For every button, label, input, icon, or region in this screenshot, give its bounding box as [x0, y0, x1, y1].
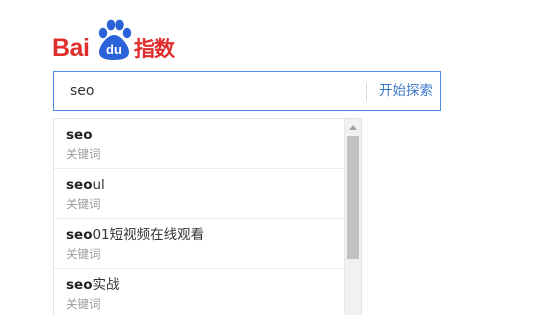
search-divider — [366, 83, 367, 101]
suggestion-list: seo 关键词 seoul 关键词 seo01短视频在线观看 关键词 seo实战… — [54, 119, 344, 315]
suggestion-item[interactable]: seo实战 关键词 — [54, 269, 344, 315]
suggestion-highlight: seo — [66, 277, 93, 293]
suggestion-title: seo实战 — [66, 275, 344, 295]
suggestion-rest: 实战 — [92, 277, 120, 293]
suggestion-rest: 01短视频在线观看 — [92, 227, 205, 243]
suggestion-dropdown: seo 关键词 seoul 关键词 seo01短视频在线观看 关键词 seo实战… — [53, 118, 362, 315]
scroll-thumb[interactable] — [347, 136, 359, 259]
suggestion-type: 关键词 — [66, 297, 101, 311]
suggestion-type: 关键词 — [66, 197, 101, 211]
search-box: 开始探索 — [53, 71, 441, 111]
suggestion-item[interactable]: seo 关键词 — [54, 119, 344, 169]
suggestion-title: seoul — [66, 175, 344, 195]
logo-zhishu-text: 指数 — [134, 37, 175, 61]
baidu-index-logo[interactable]: Bai du 指数 — [52, 18, 177, 62]
suggestion-title: seo — [66, 125, 344, 145]
suggestion-rest: ul — [92, 177, 105, 193]
page: Bai du 指数 开始探索 seo 关键词 seoul 关键词 — [0, 0, 541, 315]
search-input[interactable] — [70, 72, 360, 110]
dropdown-scrollbar[interactable] — [344, 119, 361, 315]
suggestion-type: 关键词 — [66, 247, 101, 261]
start-explore-button[interactable]: 开始探索 — [375, 72, 437, 110]
suggestion-highlight: seo — [66, 177, 93, 193]
logo-du-text: du — [106, 42, 122, 57]
suggestion-highlight: seo — [66, 227, 93, 243]
logo-bai-text: Bai — [52, 34, 90, 62]
suggestion-item[interactable]: seoul 关键词 — [54, 169, 344, 219]
suggestion-highlight: seo — [66, 127, 93, 143]
suggestion-item[interactable]: seo01短视频在线观看 关键词 — [54, 219, 344, 269]
suggestion-title: seo01短视频在线观看 — [66, 225, 344, 245]
scroll-up-arrow-icon[interactable] — [349, 125, 357, 130]
suggestion-type: 关键词 — [66, 147, 101, 161]
